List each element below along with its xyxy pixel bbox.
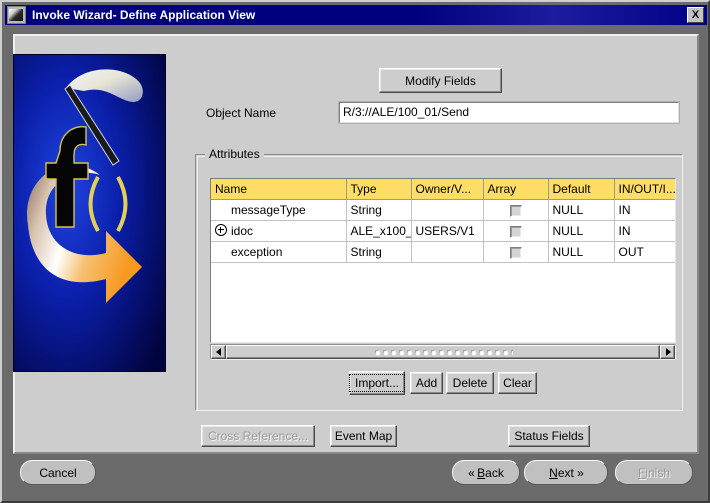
status-fields-button[interactable]: Status Fields	[508, 425, 590, 447]
delete-button[interactable]: Delete	[446, 372, 494, 394]
column-header-default[interactable]: Default	[548, 179, 615, 200]
column-header-name[interactable]: Name	[211, 179, 347, 200]
title-bar: Invoke Wizard- Define Application View X	[5, 5, 707, 25]
wizard-banner-logo	[13, 54, 166, 372]
add-button[interactable]: Add	[410, 372, 443, 394]
next-button[interactable]: Next »	[524, 460, 608, 485]
cell-name[interactable]: idoc	[211, 220, 347, 242]
next-label-rest: ext	[557, 465, 574, 480]
dialog-window: Invoke Wizard- Define Application View X	[0, 0, 710, 503]
array-checkbox[interactable]	[509, 225, 522, 238]
table-header-row: Name Type Owner/V... Array Default IN/OU…	[211, 179, 675, 200]
finish-button: Finish	[615, 460, 693, 485]
object-name-input[interactable]: R/3://ALE/100_01/Send	[338, 101, 680, 124]
attributes-table[interactable]: Name Type Owner/V... Array Default IN/OU…	[210, 178, 676, 343]
expand-plus-icon[interactable]	[215, 224, 227, 236]
table-row[interactable]: exception String NULL OUT	[211, 241, 675, 263]
window-title: Invoke Wizard- Define Application View	[32, 8, 256, 22]
cell-default[interactable]: NULL	[548, 220, 615, 242]
chevron-left-icon: «	[468, 465, 475, 480]
cell-type[interactable]: String	[346, 241, 412, 263]
back-button[interactable]: « Back	[452, 460, 520, 485]
table-horizontal-scrollbar[interactable]	[210, 344, 676, 360]
column-header-array[interactable]: Array	[483, 179, 549, 200]
chevron-right-icon: »	[577, 465, 584, 480]
cell-owner[interactable]: USERS/V1	[411, 220, 484, 242]
array-checkbox[interactable]	[509, 204, 522, 217]
magic-wand-icon	[7, 6, 26, 24]
cell-name[interactable]: exception	[211, 241, 347, 263]
event-map-button[interactable]: Event Map	[330, 425, 397, 447]
arrow-left-icon[interactable]	[211, 345, 226, 359]
close-icon[interactable]: X	[687, 7, 704, 23]
finish-label-rest: inish	[645, 465, 671, 480]
cell-name-label: idoc	[231, 224, 254, 238]
cell-inout[interactable]: OUT	[614, 241, 675, 263]
import-button-label: Import...	[349, 374, 406, 392]
cancel-button[interactable]: Cancel	[20, 460, 96, 485]
cell-type[interactable]: ALE_x100_	[346, 220, 412, 242]
column-header-inout[interactable]: IN/OUT/I...	[614, 179, 675, 200]
cell-default[interactable]: NULL	[548, 199, 615, 221]
cell-default[interactable]: NULL	[548, 241, 615, 263]
modify-fields-button[interactable]: Modify Fields	[379, 68, 502, 93]
array-checkbox[interactable]	[509, 246, 522, 259]
attributes-legend-label: Attributes	[205, 147, 264, 161]
object-name-label: Object Name	[206, 106, 277, 120]
import-button[interactable]: Import...	[349, 371, 406, 395]
table-row[interactable]: idoc ALE_x100_ USERS/V1 NULL IN	[211, 220, 675, 242]
cell-owner[interactable]	[411, 199, 484, 221]
cell-array[interactable]	[483, 220, 549, 242]
logo-graphic	[14, 55, 165, 371]
cross-reference-button: Cross Reference...	[201, 425, 315, 447]
cell-type[interactable]: String	[346, 199, 412, 221]
cell-owner[interactable]	[411, 241, 484, 263]
arrow-right-icon[interactable]	[660, 345, 675, 359]
back-mnemonic: B	[477, 465, 486, 480]
cell-name[interactable]: messageType	[211, 199, 347, 221]
back-label-rest: ack	[485, 465, 504, 480]
cell-array[interactable]	[483, 199, 549, 221]
clear-button[interactable]: Clear	[498, 372, 537, 394]
table-row[interactable]: messageType String NULL IN	[211, 199, 675, 221]
next-mnemonic: N	[549, 465, 558, 480]
column-header-owner[interactable]: Owner/V...	[411, 179, 484, 200]
cell-inout[interactable]: IN	[614, 220, 675, 242]
column-header-type[interactable]: Type	[346, 179, 412, 200]
scrollbar-thumb[interactable]	[226, 345, 660, 359]
cell-array[interactable]	[483, 241, 549, 263]
cell-inout[interactable]: IN	[614, 199, 675, 221]
finish-mnemonic: F	[637, 465, 646, 480]
